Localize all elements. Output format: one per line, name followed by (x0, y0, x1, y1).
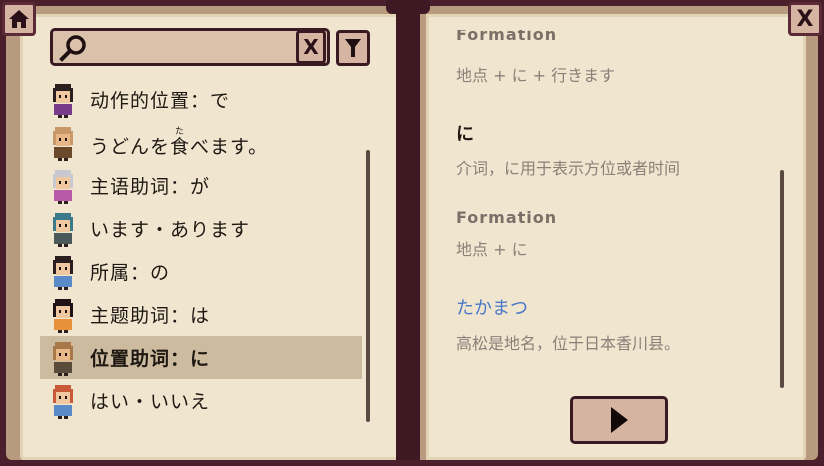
list-item[interactable]: います・あります (40, 207, 362, 250)
list-item-label: 位置助词：に (90, 348, 211, 370)
red-hair-avatar (53, 384, 73, 419)
grammar-description: 介词，に用于表示方位或者时间 (456, 159, 681, 178)
example-term-link[interactable]: たかまつ (456, 294, 528, 320)
list-scrollbar[interactable] (366, 150, 370, 422)
partial-formation-heading: Formation (456, 30, 558, 44)
list-item-label: 动作的位置：で (90, 90, 231, 112)
book-spine-top (386, 0, 430, 14)
example-description: 高松是地名，位于日本香川县。 (456, 334, 681, 353)
partial-formation-formula: 地点 + に + 行きます (456, 66, 616, 85)
formation-formula: 地点 + に (456, 240, 528, 259)
grammar-term: に (456, 124, 474, 145)
list-item[interactable]: うどんを食たべます。 (40, 121, 362, 164)
list-item[interactable]: 主题助词：は (40, 293, 362, 336)
clear-icon: X (303, 35, 319, 59)
search-input[interactable] (97, 33, 297, 63)
bald-avatar (53, 341, 73, 376)
next-page-button[interactable] (570, 396, 668, 444)
girl-orange-avatar (53, 298, 73, 333)
close-button[interactable]: X (788, 2, 822, 36)
filter-button[interactable] (336, 30, 370, 66)
list-item[interactable]: はい・いいえ (40, 379, 362, 422)
play-right-icon (611, 407, 628, 433)
furigana-ruby: 食た (170, 126, 191, 158)
detail-scrollbar[interactable] (780, 170, 784, 388)
close-icon: X (796, 6, 814, 32)
grammar-list: 动作的位置：で うどんを食たべます。 主语助词：が います・あります 所属：の … (40, 78, 362, 422)
list-item-label: はい・いいえ (90, 391, 211, 413)
list-item[interactable]: 主语助词：が (40, 164, 362, 207)
old-woman-avatar (53, 169, 73, 204)
list-item[interactable]: 位置助词：に (40, 336, 362, 379)
partial-heading-clip: Formation (456, 30, 756, 46)
list-item[interactable]: 所属：の (40, 250, 362, 293)
list-item[interactable]: 动作的位置：で (40, 78, 362, 121)
girl-purple-avatar (53, 83, 73, 118)
teal-hair-avatar (53, 212, 73, 247)
bald-monk-avatar (53, 126, 73, 161)
search-icon (59, 35, 86, 62)
book-spine (396, 0, 420, 460)
formation-heading: Formation (456, 208, 558, 227)
list-item-label: うどんを食たべます。 (90, 126, 269, 158)
filter-icon (345, 39, 361, 57)
list-item-label: 主题助词：は (90, 305, 211, 327)
clear-search-button[interactable]: X (296, 30, 326, 64)
home-button[interactable] (2, 2, 36, 36)
list-item-label: います・あります (90, 219, 251, 241)
list-item-label: 所属：の (90, 262, 171, 284)
furigana-reading: た (170, 126, 191, 137)
boy-avatar (53, 255, 73, 290)
list-item-label: 主语助词：が (90, 176, 211, 198)
search-bar[interactable] (50, 28, 330, 66)
home-icon (9, 10, 29, 28)
